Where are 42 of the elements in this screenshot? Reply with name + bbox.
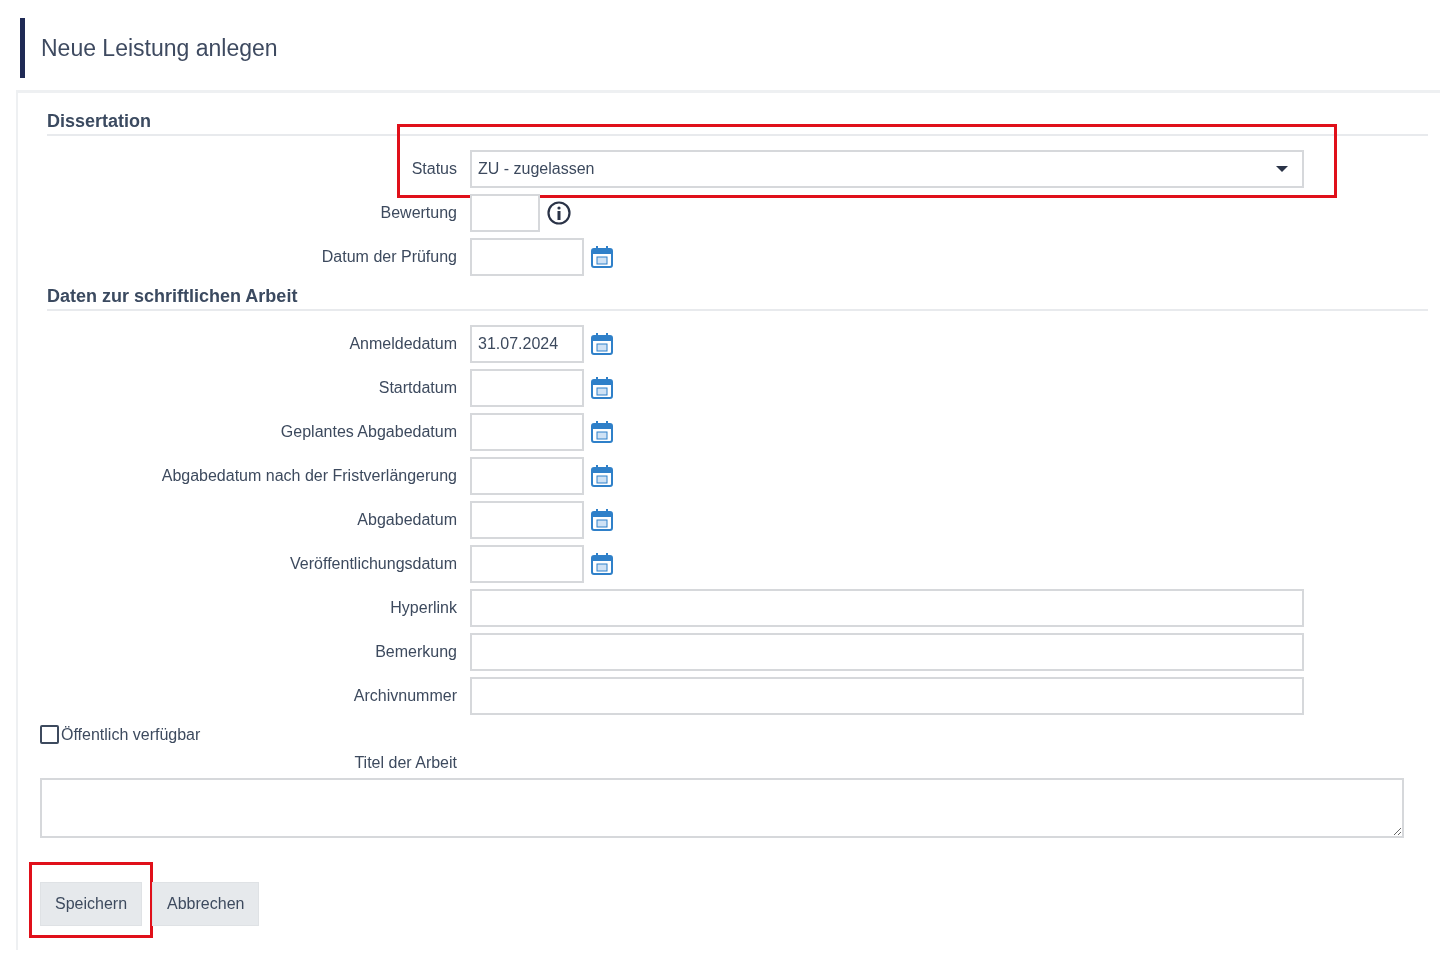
field-label: Startdatum [377, 379, 457, 397]
field-label: Datum der Prüfung [320, 248, 457, 266]
section-heading: Daten zur schriftlichen Arbeit [47, 286, 1428, 311]
info-icon[interactable] [546, 200, 572, 226]
input-field[interactable] [470, 589, 1304, 627]
page-title: Neue Leistung anlegen [41, 34, 278, 62]
calendar-icon[interactable] [590, 376, 614, 400]
field-label: Anmeldedatum [348, 335, 457, 353]
checkbox-label: Öffentlich verfügbar [61, 725, 201, 744]
form-button[interactable]: Abbrechen [152, 882, 260, 926]
date-field[interactable] [470, 413, 584, 451]
date-field[interactable]: 31.07.2024 [470, 325, 584, 363]
field-label: Abgabedatum [356, 511, 457, 529]
input-field[interactable] [470, 633, 1304, 671]
date-field[interactable] [470, 457, 584, 495]
date-field[interactable] [470, 238, 584, 276]
calendar-icon[interactable] [590, 332, 614, 356]
field-label: Bewertung [379, 204, 457, 222]
field-label: Status [410, 160, 457, 178]
calendar-icon[interactable] [590, 245, 614, 269]
input-field[interactable] [470, 677, 1304, 715]
caret-icon [1276, 165, 1288, 173]
field-label: Archivnummer [352, 687, 457, 705]
checkbox[interactable] [40, 725, 59, 744]
calendar-icon[interactable] [590, 420, 614, 444]
field-label: Hyperlink [389, 599, 457, 617]
calendar-icon[interactable] [590, 464, 614, 488]
section-heading: Dissertation [47, 111, 1428, 136]
calendar-icon[interactable] [590, 552, 614, 576]
field-label: Abgabedatum nach der Fristverlängerung [160, 467, 457, 485]
field-label: Titel der Arbeit [353, 754, 457, 772]
date-field[interactable] [470, 501, 584, 539]
calendar-icon[interactable] [590, 508, 614, 532]
form-button[interactable]: Speichern [40, 882, 143, 926]
date-field[interactable] [470, 545, 584, 583]
date-field[interactable] [470, 369, 584, 407]
status-select[interactable]: ZU - zugelassen [470, 150, 1304, 188]
field-label: Geplantes Abgabedatum [279, 423, 457, 441]
field-label: Bemerkung [374, 643, 457, 661]
input-field[interactable] [470, 194, 540, 232]
field-label: Veröffentlichungsdatum [289, 555, 457, 573]
title-textarea[interactable] [40, 778, 1404, 838]
